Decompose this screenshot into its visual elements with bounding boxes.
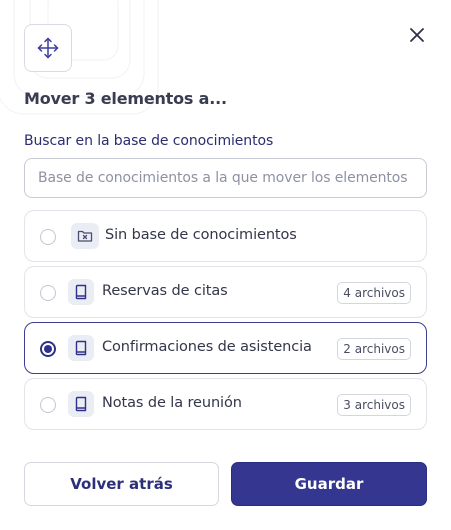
option-radio[interactable] (40, 229, 56, 245)
option-label: Sin base de conocimientos (105, 227, 297, 243)
move-arrows-icon (37, 37, 59, 59)
book-icon (68, 391, 94, 417)
option-radio[interactable] (40, 397, 56, 413)
close-icon (410, 28, 424, 42)
option-radio-selected[interactable] (40, 341, 56, 357)
option-radio[interactable] (40, 285, 56, 301)
folder-x-icon (71, 223, 99, 249)
close-button[interactable] (404, 22, 430, 48)
option-label: Notas de la reunión (102, 395, 242, 411)
option-notas-de-la-reunion[interactable]: Notas de la reunión 3 archivos (24, 378, 427, 430)
file-count-badge: 3 archivos (337, 394, 411, 416)
option-confirmaciones-de-asistencia[interactable]: Confirmaciones de asistencia 2 archivos (24, 322, 427, 374)
save-button[interactable]: Guardar (231, 462, 427, 506)
option-label: Confirmaciones de asistencia (102, 339, 312, 355)
move-icon-container (24, 24, 72, 72)
option-reservas-de-citas[interactable]: Reservas de citas 4 archivos (24, 266, 427, 318)
dialog-title: Mover 3 elementos a... (24, 89, 227, 108)
book-icon (68, 279, 94, 305)
knowledge-base-search-input[interactable] (24, 158, 427, 198)
book-icon (68, 335, 94, 361)
file-count-badge: 2 archivos (337, 338, 411, 360)
search-label: Buscar en la base de conocimientos (24, 133, 274, 149)
move-items-dialog: Mover 3 elementos a... Buscar en la base… (0, 0, 451, 530)
back-button[interactable]: Volver atrás (24, 462, 219, 506)
option-sin-base[interactable]: Sin base de conocimientos (24, 210, 427, 262)
option-label: Reservas de citas (102, 283, 228, 299)
file-count-badge: 4 archivos (337, 282, 411, 304)
